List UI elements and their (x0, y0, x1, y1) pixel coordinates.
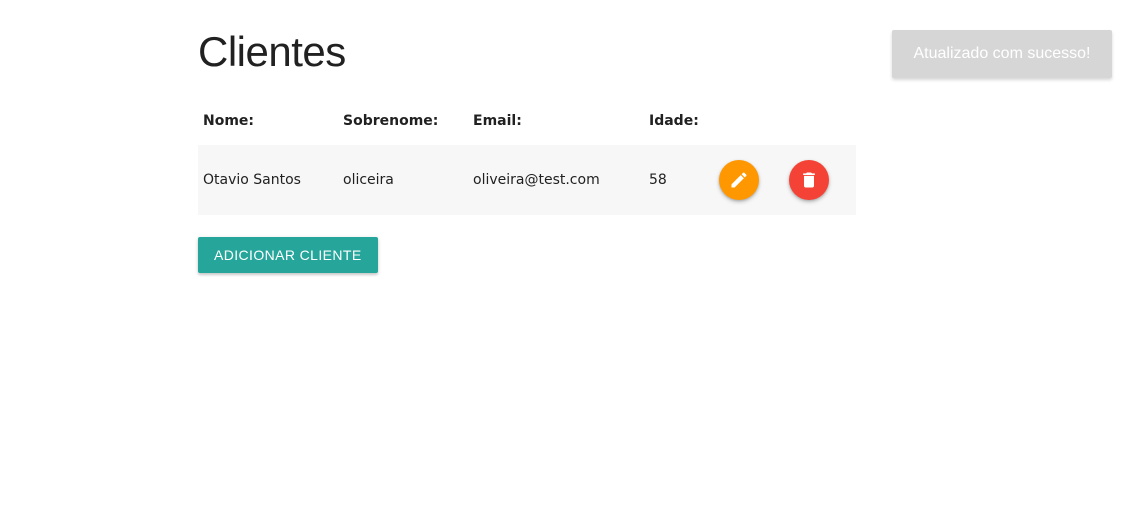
header-email: Email: (473, 113, 522, 129)
header-edit (714, 97, 784, 145)
delete-button[interactable] (789, 160, 829, 200)
cell-sobrenome: oliceira (343, 172, 394, 188)
edit-button[interactable] (719, 160, 759, 200)
toast-message: Atualizado com sucesso! (913, 45, 1091, 62)
cell-delete (784, 145, 856, 215)
pencil-icon (729, 170, 749, 190)
header-nome: Nome: (203, 113, 255, 129)
trash-icon (799, 170, 819, 190)
header-idade: Idade: (649, 113, 699, 129)
page-title: Clientes (198, 28, 346, 75)
header-row: Nome: Sobrenome: Email: Idade: (198, 97, 856, 145)
header-sobrenome: Sobrenome: (343, 113, 439, 129)
cell-email: oliveira@test.com (473, 172, 600, 188)
header-delete (784, 97, 856, 145)
table-body: Otavio Santos oliceira oliveira@test.com… (198, 145, 856, 215)
cell-nome: Otavio Santos (203, 172, 301, 188)
add-client-button[interactable]: ADICIONAR CLIENTE (198, 237, 378, 273)
clients-table: Nome: Sobrenome: Email: Idade: Otavio Sa… (198, 97, 856, 215)
cell-idade: 58 (649, 172, 667, 188)
cell-edit (714, 145, 784, 215)
table-header: Nome: Sobrenome: Email: Idade: (198, 97, 856, 145)
toast-notification: Atualizado com sucesso! (892, 30, 1112, 78)
table-row: Otavio Santos oliceira oliveira@test.com… (198, 145, 856, 215)
